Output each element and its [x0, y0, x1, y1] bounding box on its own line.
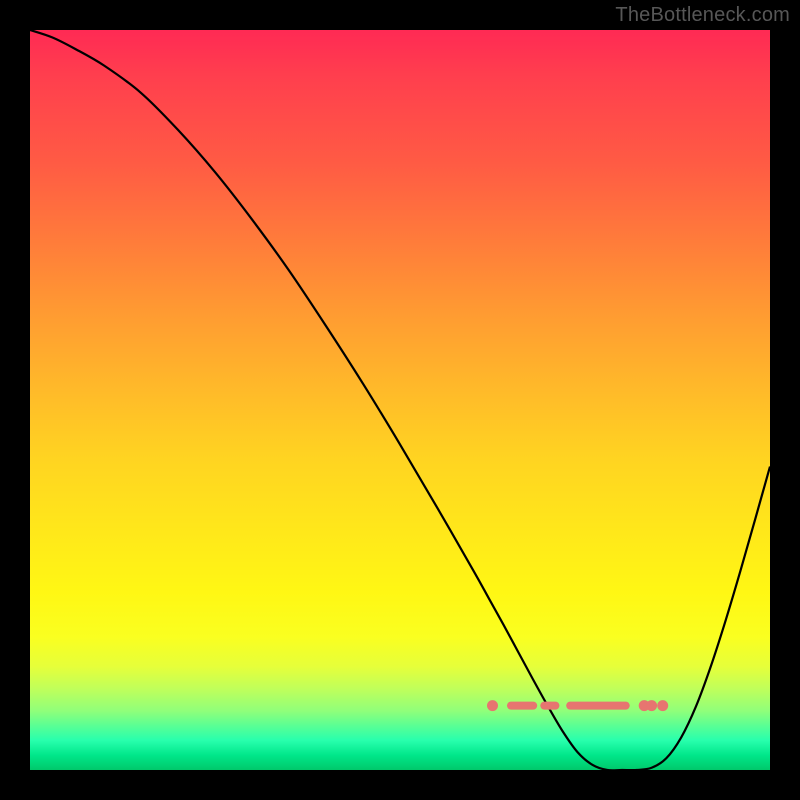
watermark-text: TheBottleneck.com [615, 4, 790, 27]
marker-dot [487, 700, 498, 711]
recommended-markers [487, 700, 668, 711]
chart-container: TheBottleneck.com [0, 0, 800, 800]
curve-svg [30, 30, 770, 770]
marker-dot [646, 700, 657, 711]
marker-dot [657, 700, 668, 711]
plot-area [30, 30, 770, 770]
bottleneck-curve [30, 30, 770, 770]
